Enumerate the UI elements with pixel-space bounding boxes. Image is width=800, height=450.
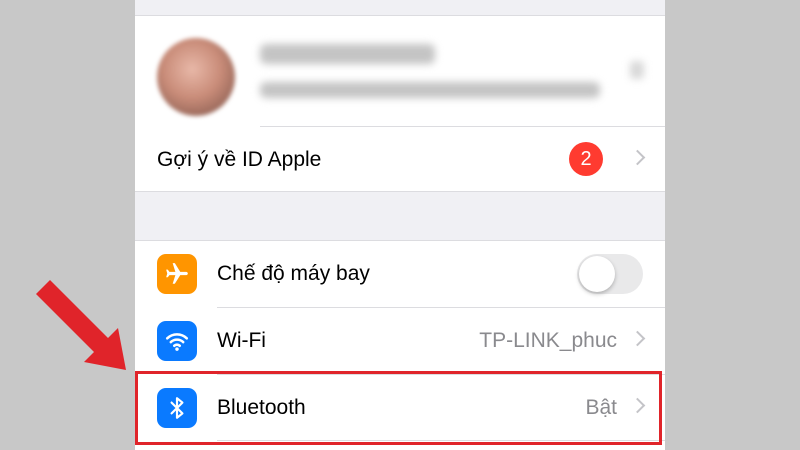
profile-row[interactable]	[135, 16, 665, 126]
wifi-icon	[157, 321, 197, 361]
apple-id-suggestions-row[interactable]: Gợi ý về ID Apple 2	[135, 127, 665, 193]
airplane-mode-row: Chế độ máy bay	[135, 241, 665, 307]
settings-screen: Gợi ý về ID Apple 2 Chế độ máy bay Wi-Fi…	[135, 0, 665, 450]
wifi-network-name: TP-LINK_phuc	[479, 329, 617, 352]
airplane-icon	[157, 254, 197, 294]
toggle-knob	[579, 256, 615, 292]
notification-badge: 2	[569, 142, 603, 176]
chevron-right-icon	[629, 149, 646, 166]
bluetooth-icon	[157, 388, 197, 428]
chevron-right-icon	[630, 61, 644, 79]
airplane-mode-toggle[interactable]	[577, 254, 643, 294]
account-group: Gợi ý về ID Apple 2	[135, 16, 665, 192]
bluetooth-label: Bluetooth	[217, 396, 306, 419]
chevron-right-icon	[629, 397, 646, 414]
wifi-row[interactable]: Wi-Fi TP-LINK_phuc	[135, 308, 665, 374]
chevron-right-icon	[629, 330, 646, 347]
profile-subtitle-blurred	[260, 82, 600, 98]
apple-id-suggestions-label: Gợi ý về ID Apple	[157, 148, 322, 171]
wifi-label: Wi-Fi	[217, 329, 266, 352]
bluetooth-status: Bật	[585, 396, 617, 419]
divider	[217, 440, 665, 441]
network-group: Chế độ máy bay Wi-Fi TP-LINK_phuc Blueto…	[135, 240, 665, 450]
top-strip	[135, 0, 665, 16]
avatar	[157, 38, 235, 116]
bluetooth-row[interactable]: Bluetooth Bật	[135, 375, 665, 441]
profile-name-blurred	[260, 44, 435, 64]
airplane-mode-label: Chế độ máy bay	[217, 262, 370, 285]
pointer-arrow-icon	[36, 280, 126, 370]
